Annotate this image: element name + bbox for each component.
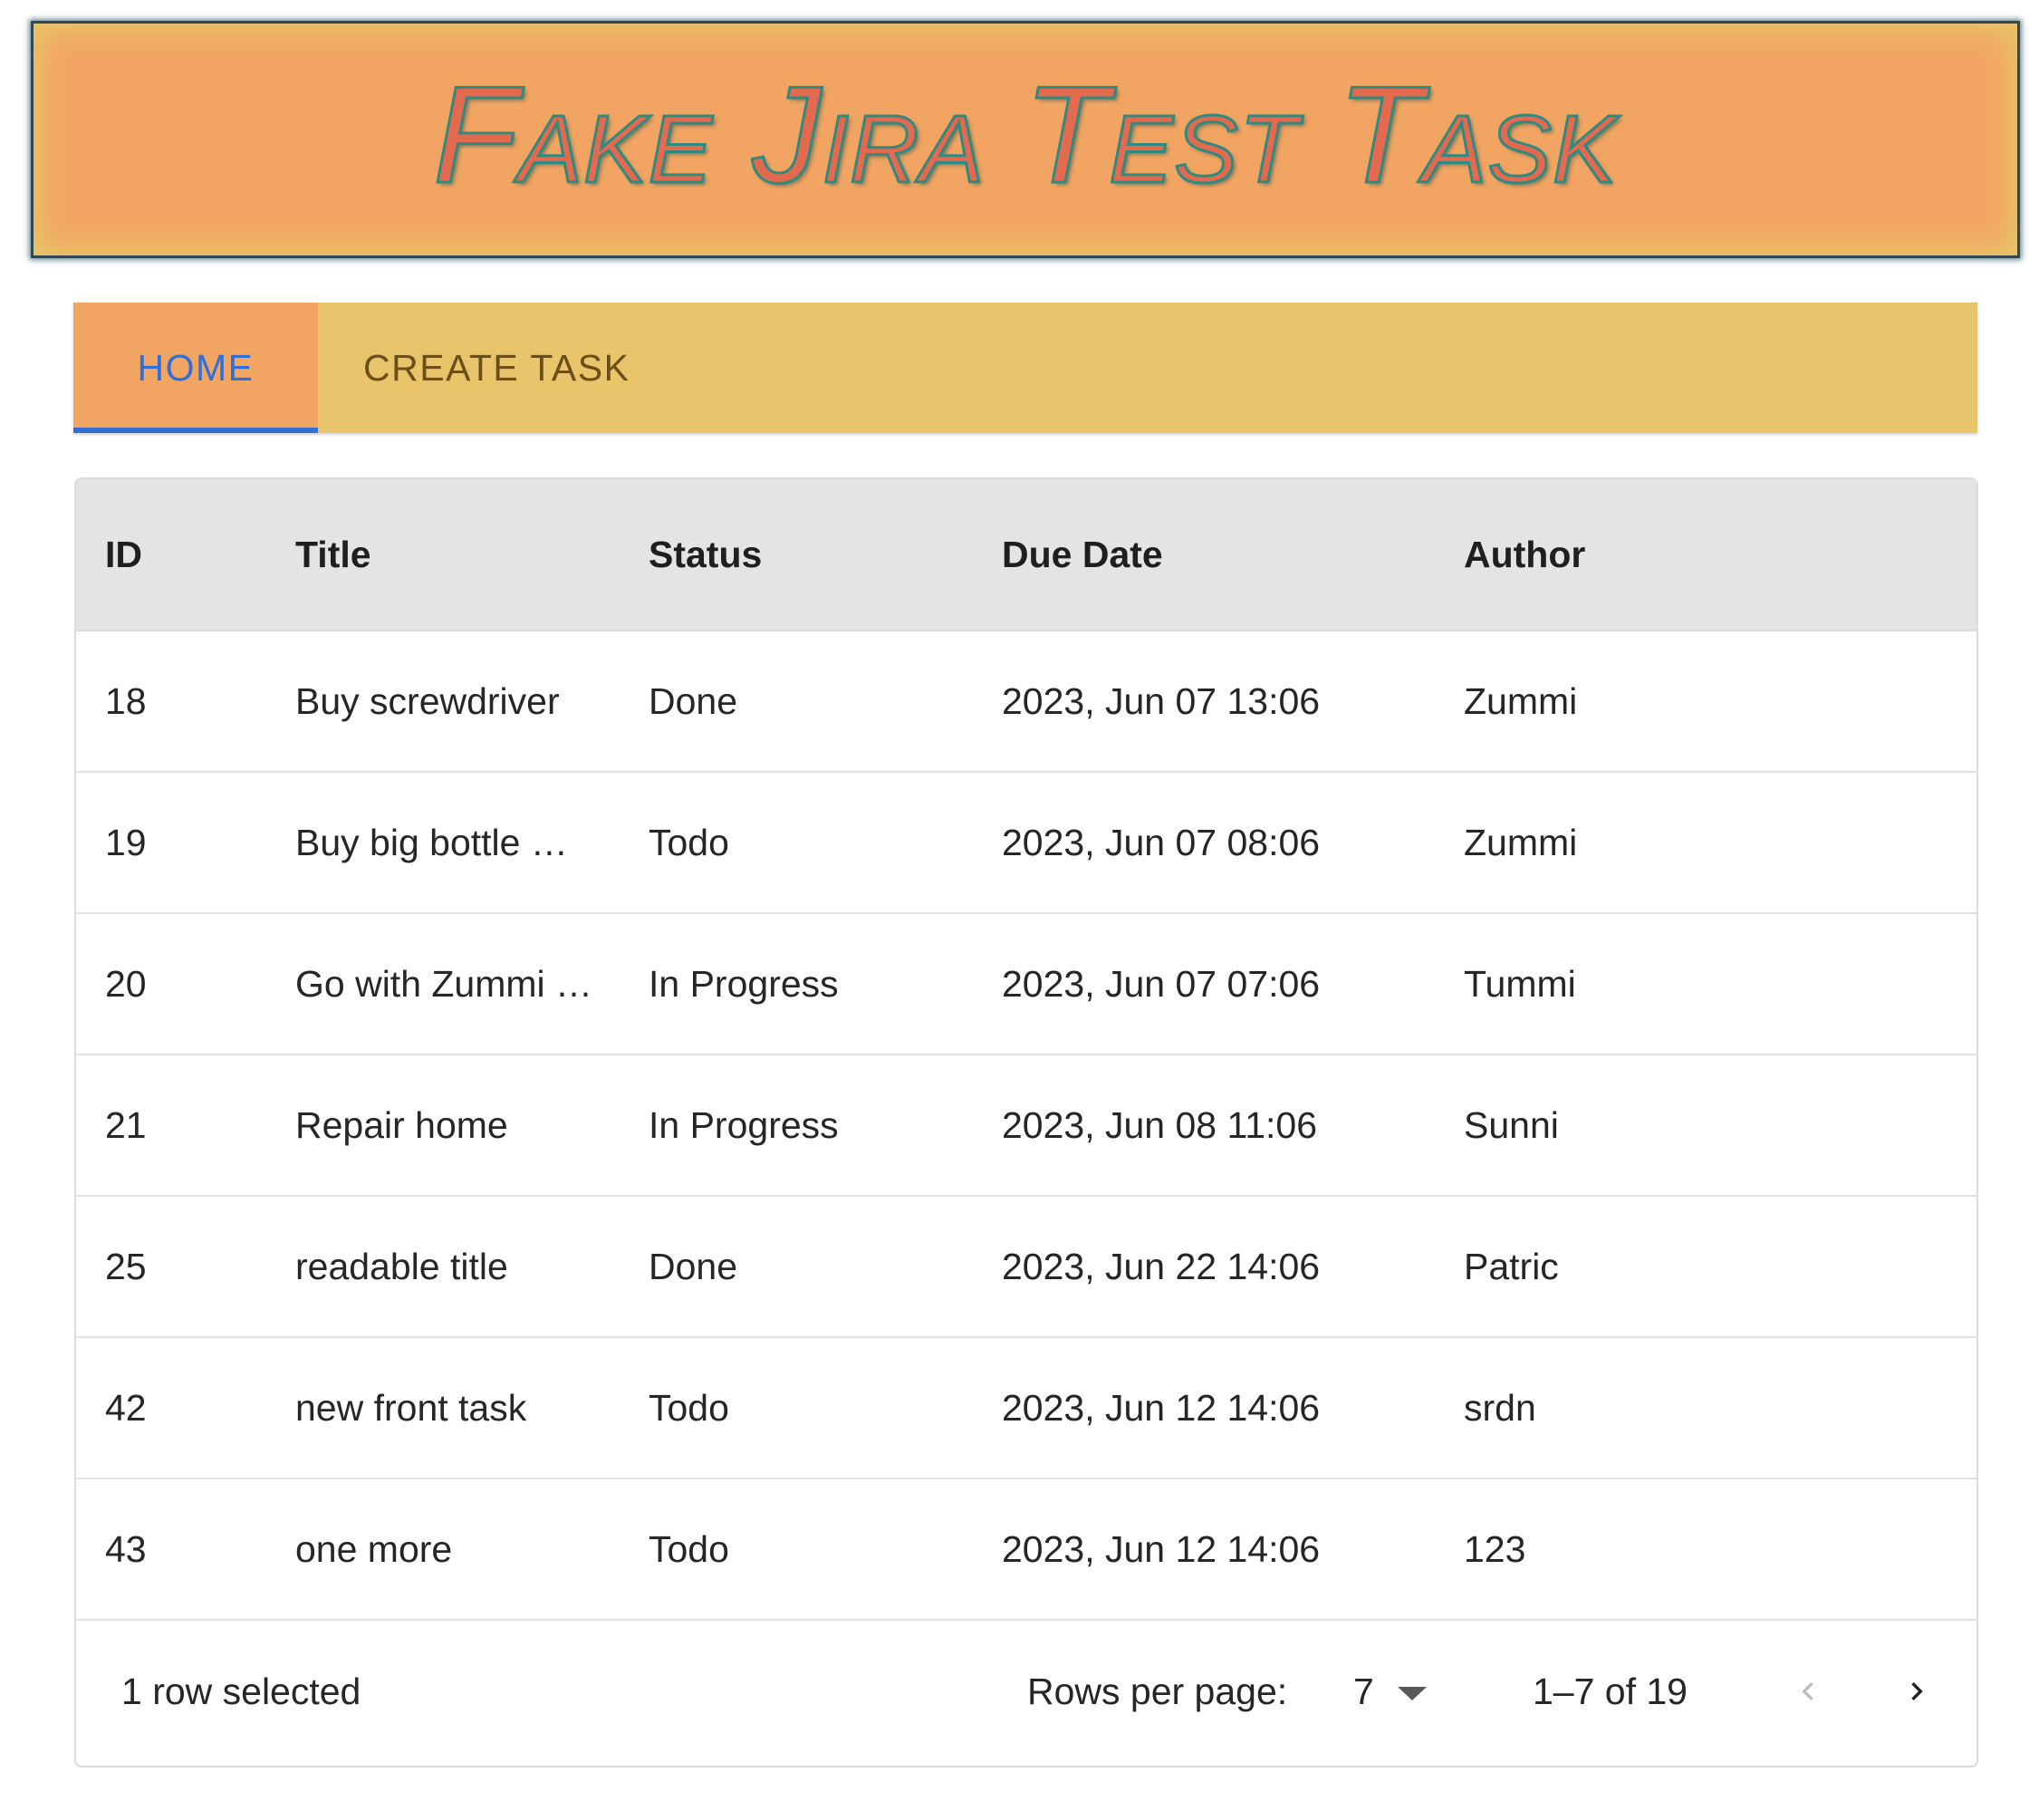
cell-title: new front task <box>295 1386 527 1429</box>
table-footer: 1 row selected Rows per page: 7 1–7 of 1… <box>76 1621 1976 1762</box>
task-table: ID Title Status Due Date Author 18 Buy s… <box>74 477 1978 1767</box>
cell-due-date: 2023, Jun 08 11:06 <box>1002 1103 1318 1146</box>
cell-id: 19 <box>105 821 147 863</box>
table-row[interactable]: 20 Go with Zummi … In Progress 2023, Jun… <box>76 914 1976 1055</box>
table-header-row: ID Title Status Due Date Author <box>76 479 1976 631</box>
cell-id: 25 <box>105 1245 147 1287</box>
cell-status: Todo <box>649 821 729 863</box>
cell-due-date: 2023, Jun 12 14:06 <box>1002 1527 1321 1570</box>
cell-due-date: 2023, Jun 12 14:06 <box>1002 1386 1321 1429</box>
column-header-author[interactable]: Author <box>1435 534 1976 576</box>
chevron-left-icon <box>1802 1682 1813 1700</box>
pagination-range: 1–7 of 19 <box>1533 1670 1688 1712</box>
column-header-status[interactable]: Status <box>620 534 973 576</box>
cell-author: Zummi <box>1464 821 1578 863</box>
rows-per-page-value: 7 <box>1353 1670 1374 1712</box>
page: Fake Jira Test Task HOME CREATE TASK ID … <box>0 0 2039 1820</box>
column-header-due-date[interactable]: Due Date <box>973 534 1435 576</box>
cell-status: Done <box>649 679 738 722</box>
cell-id: 43 <box>105 1527 147 1570</box>
cell-title: Buy big bottle … <box>295 821 568 863</box>
tab-home[interactable]: HOME <box>73 303 318 433</box>
column-header-title[interactable]: Title <box>266 534 620 576</box>
cell-id: 42 <box>105 1386 147 1429</box>
cell-id: 20 <box>105 962 147 1005</box>
cell-due-date: 2023, Jun 07 08:06 <box>1002 821 1321 863</box>
app-title: Fake Jira Test Task <box>432 58 1618 212</box>
cell-title: one more <box>295 1527 453 1570</box>
cell-author: srdn <box>1464 1386 1536 1429</box>
tab-create-task[interactable]: CREATE TASK <box>318 303 675 433</box>
cell-author: 123 <box>1464 1527 1526 1570</box>
table-row[interactable]: 18 Buy screwdriver Done 2023, Jun 07 13:… <box>76 631 1976 773</box>
table-row[interactable]: 21 Repair home In Progress 2023, Jun 08 … <box>76 1055 1976 1197</box>
cell-due-date: 2023, Jun 07 13:06 <box>1002 679 1321 722</box>
cell-title: Repair home <box>295 1103 508 1146</box>
table-row[interactable]: 25 readable title Done 2023, Jun 22 14:0… <box>76 1197 1976 1338</box>
cell-title: Go with Zummi … <box>295 962 593 1005</box>
previous-page-button[interactable] <box>1772 1655 1844 1728</box>
caret-down-icon <box>1397 1686 1427 1700</box>
rows-per-page-select[interactable]: 7 <box>1353 1671 1427 1713</box>
table-row[interactable]: 19 Buy big bottle … Todo 2023, Jun 07 08… <box>76 773 1976 914</box>
cell-id: 18 <box>105 679 147 722</box>
cell-status: Todo <box>649 1386 729 1429</box>
cell-status: In Progress <box>649 962 839 1005</box>
cell-due-date: 2023, Jun 07 07:06 <box>1002 962 1321 1005</box>
cell-title: readable title <box>295 1245 508 1287</box>
cell-id: 21 <box>105 1103 147 1146</box>
table-row[interactable]: 43 one more Todo 2023, Jun 12 14:06 123 <box>76 1479 1976 1621</box>
chevron-right-icon <box>1911 1682 1923 1700</box>
table-row[interactable]: 42 new front task Todo 2023, Jun 12 14:0… <box>76 1338 1976 1479</box>
cell-author: Zummi <box>1464 679 1578 722</box>
cell-author: Sunni <box>1464 1103 1559 1146</box>
cell-status: Done <box>649 1245 738 1287</box>
cell-due-date: 2023, Jun 22 14:06 <box>1002 1245 1321 1287</box>
cell-status: Todo <box>649 1527 729 1570</box>
cell-title: Buy screwdriver <box>295 679 560 722</box>
column-header-id[interactable]: ID <box>76 534 266 576</box>
selection-count: 1 row selected <box>121 1670 361 1712</box>
cell-status: In Progress <box>649 1103 839 1146</box>
cell-author: Tummi <box>1464 962 1576 1005</box>
cell-author: Patric <box>1464 1245 1559 1287</box>
tab-bar: HOME CREATE TASK <box>73 303 1977 433</box>
app-banner: Fake Jira Test Task <box>31 21 2020 258</box>
next-page-button[interactable] <box>1880 1655 1953 1728</box>
rows-per-page-label: Rows per page: <box>1027 1670 1288 1712</box>
